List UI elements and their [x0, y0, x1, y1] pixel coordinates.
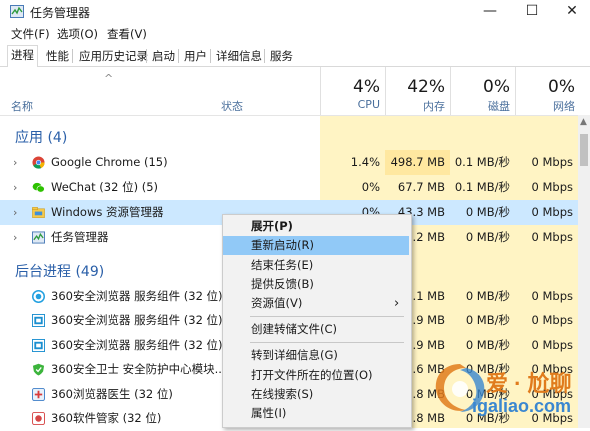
- memory-total[interactable]: 42%: [390, 77, 445, 97]
- menu-item-feedback[interactable]: 提供反馈(B): [223, 275, 409, 294]
- disk-value: 0 MB/秒: [465, 313, 510, 327]
- group-background[interactable]: 后台进程 (49): [15, 261, 104, 281]
- tab-startup[interactable]: 启动: [148, 46, 179, 67]
- network-value: 0 Mbps: [531, 230, 574, 244]
- service-component-icon: [32, 339, 45, 352]
- task-manager-icon: [32, 231, 45, 244]
- maximize-button[interactable]: ☐: [512, 0, 552, 24]
- service-component-icon: [32, 314, 45, 327]
- chevron-right-icon[interactable]: ›: [13, 200, 21, 225]
- disk-value: 0 MB/秒: [465, 289, 510, 303]
- task-manager-icon: [10, 5, 24, 18]
- process-name: 360软件管家 (32 位): [51, 411, 162, 425]
- tab-processes[interactable]: 进程: [7, 45, 38, 68]
- browser-doctor-icon: [32, 388, 45, 401]
- disk-value: 0 MB/秒: [465, 338, 510, 352]
- process-name: WeChat (32 位) (5): [51, 180, 159, 194]
- process-name: 360浏览器医生 (32 位): [51, 387, 173, 401]
- submenu-arrow-icon: ›: [394, 296, 400, 311]
- menu-options[interactable]: 选项(O): [57, 26, 98, 42]
- memory-value: 498.7 MB: [390, 155, 445, 169]
- network-total[interactable]: 0%: [520, 77, 575, 97]
- cpu-value: 0%: [361, 180, 380, 194]
- menu-item-open-file-location[interactable]: 打开文件所在的位置(O): [223, 366, 409, 385]
- chevron-right-icon[interactable]: ›: [13, 225, 21, 250]
- menu-item-search-online[interactable]: 在线搜索(S): [223, 385, 409, 404]
- disk-value: 0.1 MB/秒: [454, 155, 510, 169]
- 360-browser-icon: [32, 290, 45, 303]
- disk-value: 0 MB/秒: [465, 205, 510, 219]
- 360-guard-shield-icon: [32, 363, 45, 376]
- disk-total[interactable]: 0%: [455, 77, 510, 97]
- tab-app-history[interactable]: 应用历史记录: [75, 46, 152, 67]
- memory-value: 67.7 MB: [397, 180, 445, 194]
- network-value: 0 Mbps: [531, 338, 574, 352]
- network-value: 0 Mbps: [531, 289, 574, 303]
- column-name[interactable]: 名称: [11, 98, 33, 114]
- column-network[interactable]: 网络: [520, 98, 575, 114]
- process-name: Google Chrome (15): [51, 155, 168, 169]
- network-value: 0 Mbps: [531, 205, 574, 219]
- process-name: 360安全浏览器 服务组件 (32 位): [51, 338, 223, 352]
- column-memory[interactable]: 内存: [390, 98, 445, 114]
- column-status[interactable]: 状态: [221, 98, 243, 114]
- scroll-thumb[interactable]: [580, 134, 588, 166]
- network-value: 0 Mbps: [531, 155, 574, 169]
- tab-users[interactable]: 用户: [180, 46, 211, 67]
- menu-view[interactable]: 查看(V): [107, 26, 147, 42]
- process-name: Windows 资源管理器: [51, 205, 164, 219]
- close-button[interactable]: ✕: [552, 0, 590, 24]
- process-name: 360安全浏览器 服务组件 (32 位): [51, 313, 223, 327]
- cpu-value: 1.4%: [350, 155, 380, 169]
- menu-item-expand[interactable]: 展开(P): [223, 217, 409, 236]
- table-row[interactable]: › Google Chrome (15) 1.4% 498.7 MB 0.1 M…: [0, 150, 578, 175]
- sort-arrow-icon: ^: [104, 72, 114, 85]
- minimize-button[interactable]: —: [470, 0, 510, 24]
- tab-services[interactable]: 服务: [266, 46, 297, 67]
- watermark-brand: 爱 · 尬聊: [486, 371, 572, 396]
- process-name: 任务管理器: [51, 230, 109, 244]
- tab-performance[interactable]: 性能: [42, 46, 73, 67]
- network-value: 0 Mbps: [531, 180, 574, 194]
- folder-icon: [32, 207, 45, 218]
- process-name: 360安全卫士 安全防护中心模块...: [51, 362, 226, 376]
- menu-divider: [250, 316, 404, 317]
- process-name: 360安全浏览器 服务组件 (32 位): [51, 289, 223, 303]
- column-cpu[interactable]: CPU: [325, 98, 380, 111]
- table-row[interactable]: › WeChat (32 位) (5) 0% 67.7 MB 0.1 MB/秒 …: [0, 175, 578, 200]
- menu-item-resource-values[interactable]: 资源值(V): [223, 294, 409, 313]
- menu-item-properties[interactable]: 属性(I): [223, 404, 409, 423]
- column-disk[interactable]: 磁盘: [455, 98, 510, 114]
- chevron-right-icon[interactable]: ›: [13, 175, 21, 200]
- disk-value: 0 MB/秒: [465, 230, 510, 244]
- wechat-icon: [32, 182, 45, 193]
- network-value: 0 Mbps: [531, 313, 574, 327]
- menu-file[interactable]: 文件(F): [11, 26, 50, 42]
- watermark-url: igaliao.com: [472, 396, 572, 416]
- menu-divider: [250, 342, 404, 343]
- window-title: 任务管理器: [30, 6, 91, 20]
- menu-item-end-task[interactable]: 结束任务(E): [223, 256, 409, 275]
- menu-item-restart[interactable]: 重新启动(R): [223, 236, 409, 255]
- menu-item-create-dump[interactable]: 创建转储文件(C): [223, 320, 409, 339]
- cpu-total[interactable]: 4%: [325, 77, 380, 97]
- software-manager-icon: [32, 412, 45, 425]
- chevron-right-icon[interactable]: ›: [13, 150, 21, 175]
- group-apps[interactable]: 应用 (4): [15, 127, 67, 147]
- scroll-up-icon[interactable]: ▲: [580, 117, 587, 127]
- chrome-icon: [32, 156, 45, 169]
- tab-details[interactable]: 详细信息: [212, 46, 266, 67]
- disk-value: 0.1 MB/秒: [454, 180, 510, 194]
- menu-item-go-to-details[interactable]: 转到详细信息(G): [223, 346, 409, 365]
